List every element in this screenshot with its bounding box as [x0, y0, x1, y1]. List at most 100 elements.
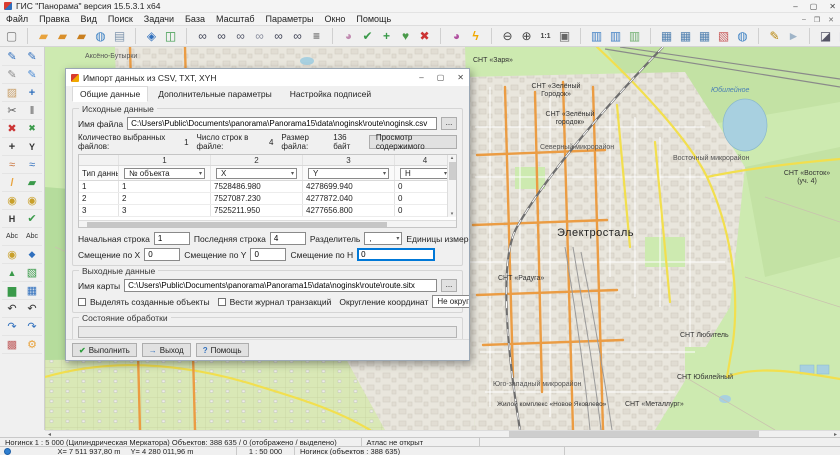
- measure-line-icon[interactable]: /: [2, 174, 22, 192]
- run-task-icon[interactable]: ►: [784, 27, 803, 45]
- layers-icon[interactable]: ◈: [142, 27, 161, 45]
- menu-item[interactable]: Окно: [324, 14, 345, 24]
- scale-1-1-icon[interactable]: 1:1: [536, 27, 555, 45]
- offset-x-input[interactable]: [144, 248, 180, 261]
- classifier-edit-icon[interactable]: ✎: [765, 27, 784, 45]
- open-data-icon[interactable]: ▰: [53, 27, 72, 45]
- delimiter-combo[interactable]: ,▾: [364, 232, 402, 245]
- topology-junction-icon[interactable]: Y: [22, 138, 42, 156]
- dialog-maximize-button[interactable]: ▢: [437, 73, 445, 82]
- text-abc-icon[interactable]: Abc: [2, 228, 22, 246]
- maps-pack-icon[interactable]: ▧: [22, 264, 42, 282]
- mdi-close-button[interactable]: ✕: [828, 16, 834, 24]
- panel-screen-icon[interactable]: ▥: [587, 27, 606, 45]
- select-object-icon[interactable]: ◕: [339, 27, 358, 45]
- undo-icon[interactable]: ↶: [2, 300, 22, 318]
- favorites-map-icon[interactable]: ♥: [396, 27, 415, 45]
- table-edit-icon[interactable]: ▦: [695, 27, 714, 45]
- menu-item[interactable]: Поиск: [108, 14, 133, 24]
- minimize-button[interactable]: –: [793, 2, 797, 11]
- edit-polyline-icon[interactable]: ≈: [22, 156, 42, 174]
- highlight-a-icon[interactable]: ◉: [2, 192, 22, 210]
- offset-h-input[interactable]: [357, 248, 435, 261]
- instruments-icon[interactable]: ◆: [22, 246, 42, 264]
- open-map-icon[interactable]: ▰: [34, 27, 53, 45]
- mdi-restore-button[interactable]: ❐: [814, 16, 820, 24]
- chart-growth-icon[interactable]: ▆: [2, 282, 22, 300]
- menu-item[interactable]: Файл: [6, 14, 28, 24]
- maximize-button[interactable]: ▢: [810, 2, 818, 11]
- smooth-line-icon[interactable]: ≈: [2, 156, 22, 174]
- delete-part-icon[interactable]: ✖: [22, 120, 42, 138]
- search-object-icon[interactable]: ∞: [193, 27, 212, 45]
- menu-item[interactable]: Параметры: [265, 14, 313, 24]
- map-name-input[interactable]: [124, 279, 437, 292]
- import-icon[interactable]: ◩: [835, 27, 840, 45]
- start-row-input[interactable]: [154, 232, 190, 245]
- refresh-data-icon[interactable]: ◫: [161, 27, 180, 45]
- highlight-icon[interactable]: ◉: [22, 192, 42, 210]
- table-horizontal-scrollbar[interactable]: [79, 220, 456, 227]
- split-object-icon[interactable]: ‖: [22, 102, 42, 120]
- chart-table-icon[interactable]: ▦: [22, 282, 42, 300]
- edit-node-icon[interactable]: +: [2, 138, 22, 156]
- scrollbar-thumb[interactable]: [449, 162, 456, 180]
- fit-window-icon[interactable]: ▣: [555, 27, 574, 45]
- menu-item[interactable]: Вид: [81, 14, 97, 24]
- mdi-minimize-button[interactable]: –: [802, 16, 806, 24]
- searchlight-icon[interactable]: ◉: [2, 246, 22, 264]
- panel-nav-icon[interactable]: ▥: [625, 27, 644, 45]
- palette-icon[interactable]: ◕: [447, 27, 466, 45]
- create-area-icon[interactable]: ▰: [22, 174, 42, 192]
- rounding-combo[interactable]: Не округлять▾: [432, 295, 469, 308]
- spline-pencil-icon[interactable]: ✎: [22, 66, 42, 84]
- scroll-up-arrow-icon[interactable]: ▴: [451, 155, 454, 161]
- column-type-combo-1[interactable]: № объекта▾: [124, 168, 205, 179]
- quick-view-icon[interactable]: ϟ: [466, 27, 485, 45]
- zoom-in-icon[interactable]: ⊕: [517, 27, 536, 45]
- exit-button[interactable]: →Выход: [142, 343, 191, 357]
- crayons-set-icon[interactable]: ▨: [2, 84, 22, 102]
- menu-item[interactable]: Правка: [39, 14, 69, 24]
- table-row[interactable]: 3 3 7525211.950 4277656.800 0: [79, 205, 456, 217]
- tab-general[interactable]: Общие данные: [72, 86, 148, 102]
- dialog-minimize-button[interactable]: –: [419, 73, 423, 82]
- search-area-icon[interactable]: ∞: [269, 27, 288, 45]
- images-panel-icon[interactable]: ▩: [2, 336, 22, 354]
- relief-icon[interactable]: ▲: [2, 264, 22, 282]
- search-selected-icon[interactable]: ∞: [250, 27, 269, 45]
- search-text-icon[interactable]: ∞: [212, 27, 231, 45]
- panel-edit-icon[interactable]: ▥: [606, 27, 625, 45]
- end-row-input[interactable]: [270, 232, 306, 245]
- file-name-input[interactable]: [127, 117, 437, 130]
- zoom-out-icon[interactable]: ⊖: [498, 27, 517, 45]
- column-type-combo-4[interactable]: H▾: [400, 168, 450, 179]
- tab-captions[interactable]: Настройка подписей: [282, 86, 379, 102]
- clear-selection-icon[interactable]: ✖: [415, 27, 434, 45]
- help-button[interactable]: ?Помощь: [196, 343, 249, 357]
- column-type-combo-3[interactable]: Y▾: [308, 168, 389, 179]
- menu-item[interactable]: Помощь: [356, 14, 391, 24]
- horizontal-text-icon[interactable]: H: [2, 210, 22, 228]
- browse-file-button[interactable]: ...: [441, 117, 457, 130]
- table-row[interactable]: 2 2 7527087.230 4277872.040 0: [79, 193, 456, 205]
- table-row[interactable]: 1 1 7528486.980 4278699.940 0: [79, 181, 456, 193]
- menu-item[interactable]: Масштаб: [216, 14, 255, 24]
- open-geoportal-icon[interactable]: ◍: [91, 27, 110, 45]
- column-type-combo-2[interactable]: X▾: [216, 168, 297, 179]
- offset-y-input[interactable]: [250, 248, 286, 261]
- document-list-icon[interactable]: ▤: [110, 27, 129, 45]
- menu-item[interactable]: Задачи: [144, 14, 174, 24]
- delete-object-icon[interactable]: ✖: [2, 120, 22, 138]
- scroll-down-arrow-icon[interactable]: ▾: [451, 211, 454, 217]
- status-scale[interactable]: 1 : 50 000: [237, 447, 295, 455]
- move-object-icon[interactable]: +: [22, 84, 42, 102]
- cut-scissors-icon[interactable]: ✂: [2, 102, 22, 120]
- search-list-icon[interactable]: ≡: [307, 27, 326, 45]
- search-dots-icon[interactable]: ∞: [231, 27, 250, 45]
- preview-content-button[interactable]: Просмотр содержимого: [369, 135, 457, 149]
- navigator-icon[interactable]: [4, 448, 11, 455]
- select-created-checkbox[interactable]: [78, 298, 86, 306]
- table-copy-icon[interactable]: ▦: [676, 27, 695, 45]
- cut-node-pencil-icon[interactable]: ✎: [2, 66, 22, 84]
